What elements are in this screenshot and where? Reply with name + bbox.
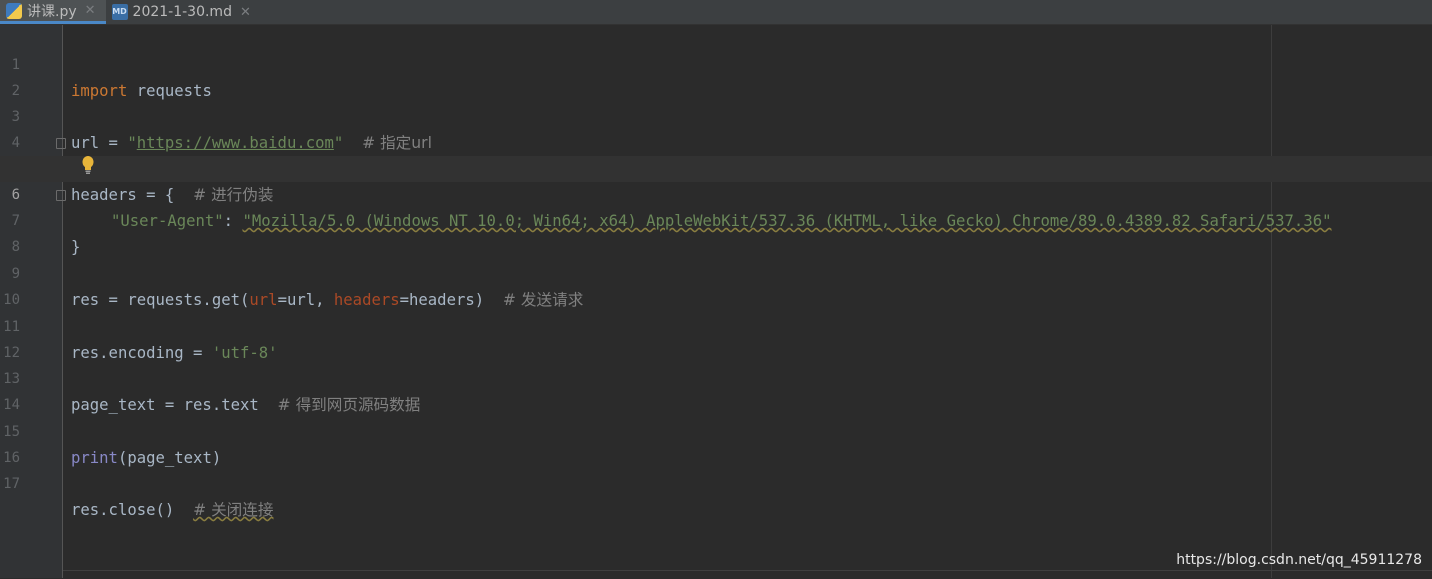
fold-marker-icon[interactable] (56, 190, 66, 201)
code-line[interactable]: 2 (0, 52, 1432, 99)
code-line[interactable]: 7 } (0, 182, 1432, 256)
code-line-current[interactable]: 6 "User-Agent": "Mozilla/5.0 (Windows NT… (0, 156, 1432, 230)
code-line[interactable]: 17 res.close() # 关闭连接 (0, 445, 1432, 519)
code-text: res.close() (71, 501, 175, 519)
line-number: 17 (3, 476, 20, 492)
tab-label: 讲课.py (27, 3, 77, 20)
fold-marker-icon[interactable] (56, 138, 66, 149)
lightbulb-icon[interactable] (80, 155, 96, 175)
code-line[interactable]: 14 (0, 366, 1432, 413)
code-line[interactable]: 1 import requests (0, 26, 1432, 100)
code-line[interactable]: 5 headers = { # 进行伪装 (0, 130, 1432, 204)
tab-label: 2021-1-30.md (132, 4, 232, 20)
python-file-icon (6, 2, 22, 19)
code-line[interactable]: 12 (0, 314, 1432, 361)
code-line[interactable]: 15 print(page_text) (0, 393, 1432, 467)
code-line[interactable]: 11 res.encoding = 'utf-8' (0, 288, 1432, 362)
code-line[interactable]: 13 page_text = res.text # 得到网页源码数据 (0, 340, 1432, 414)
watermark-text: https://blog.csdn.net/qq_45911278 (1176, 552, 1422, 568)
code-line[interactable]: 10 (0, 261, 1432, 308)
comment: # 关闭连接 (193, 501, 274, 519)
code-line[interactable]: 8 (0, 208, 1432, 255)
code-line[interactable]: 9 res = requests.get(url=url, headers=he… (0, 235, 1432, 309)
tab-py-file[interactable]: 讲课.py ✕ (0, 0, 106, 24)
markdown-file-icon: MD (111, 4, 128, 20)
code-line[interactable]: 3 url = "https://www.baidu.com" # 指定url (0, 78, 1432, 152)
close-icon[interactable]: ✕ (240, 5, 251, 20)
close-icon[interactable]: ✕ (85, 3, 96, 18)
editor-tab-bar: 讲课.py ✕ MD 2021-1-30.md ✕ (0, 0, 1432, 25)
code-line[interactable]: 4 (0, 104, 1432, 151)
tab-md-file[interactable]: MD 2021-1-30.md ✕ (106, 0, 261, 24)
code-line[interactable]: 16 (0, 419, 1432, 466)
